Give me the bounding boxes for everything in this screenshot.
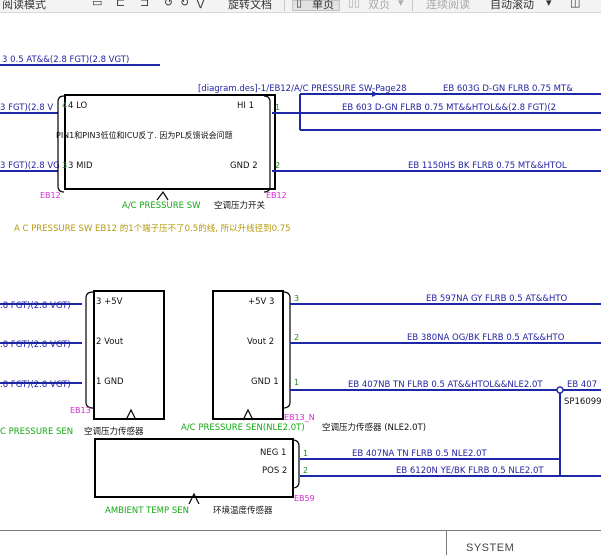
bookmark-icon[interactable]: ◫	[570, 0, 580, 9]
wire-label-nle-gnd-right: EB 407	[567, 380, 597, 390]
wire-label-nle-5v: EB 597NA GY FLRB 0.5 AT&&HTO	[426, 294, 568, 304]
single-page-label: 单页	[312, 0, 334, 11]
system-label: SYSTEM	[466, 542, 515, 554]
continuous-read-button[interactable]: 连续阅读	[426, 0, 470, 12]
sensor-nle-num-2: 2	[294, 333, 299, 342]
sensor-body	[93, 290, 165, 420]
rotate-doc-button[interactable]: 旋转文档	[228, 0, 272, 12]
splice-label: SP16099	[564, 397, 601, 407]
wire-label-ref: EB 603G D-GN FLRB 0.75 MT&	[443, 84, 573, 94]
switch-pin-1: 1	[275, 103, 280, 112]
wire-label-nle-gnd: EB 407NB TN FLRB 0.5 AT&&HTOL&&NLE2.0T	[348, 380, 543, 390]
sensor-nle-num-1: 1	[294, 378, 299, 387]
switch-connector-right: EB12	[266, 191, 287, 200]
sensor-nle-body	[212, 290, 284, 420]
rotate-left-icon[interactable]: ↺	[164, 0, 173, 9]
more-icon[interactable]: ⋁	[196, 0, 205, 9]
chevron-down-icon[interactable]: ▾	[546, 0, 552, 9]
switch-name-cn: 空调压力开关	[214, 200, 266, 211]
wire-label-amb-pos: EB 6120N YE/BK FLRB 0.5 NLE2.0T	[396, 466, 544, 476]
wiring-diagram: 3 0.5 AT&&(2.8 FGT)(2.8 VGT) 3 FGT)(2.8 …	[0, 55, 601, 516]
ambient-connector: EB59	[294, 494, 315, 503]
switch-pin-gnd: GND 2	[230, 161, 258, 171]
single-page-icon: ▯	[296, 0, 303, 9]
connector-eb13	[85, 291, 94, 409]
chevron-down-icon[interactable]: ▾	[398, 0, 404, 9]
switch-pin-lo: 4 LO	[68, 101, 88, 111]
wire-label-amb-neg: EB 407NA TN FLRB 0.5 NLE2.0T	[352, 449, 488, 459]
sensor-nle-pin-vout: Vout 2	[247, 337, 274, 347]
switch-connector-left: EB12	[40, 191, 61, 200]
ambient-num-1: 1	[303, 449, 308, 458]
sensor-name: C PRESSURE SEN	[0, 427, 73, 437]
sensor-pin-5v: 3 +5V	[96, 297, 123, 307]
sensor-name-cn: 空调压力传感器	[84, 426, 144, 437]
fit-page-icon[interactable]: ▭	[92, 0, 102, 9]
ambient-name: AMBIENT TEMP SEN	[105, 506, 189, 516]
splice-node	[556, 386, 564, 394]
wire-label-sen-gnd: .8 FGT)(2.8 VGT)	[0, 380, 71, 390]
rotate-right-icon[interactable]: ↻	[180, 0, 189, 9]
switch-pin-hi: HI 1	[237, 101, 254, 111]
read-mode-button[interactable]: 阅读模式	[2, 0, 46, 12]
switch-pin-4: 4	[62, 101, 67, 110]
sensor-nle-pin-5v: +5V 3	[248, 297, 274, 307]
wire-label-sen-vout: .8 FGT)(2.8 VGT)	[0, 340, 71, 350]
ref-link[interactable]: [diagram.des]-1/EB12/A/C PRESSURE SW-Pag…	[198, 84, 407, 94]
connector-eb13-n	[282, 291, 291, 409]
ambient-pin-pos: POS 2	[262, 466, 287, 476]
auto-scroll-button[interactable]: 自动滚动	[490, 0, 534, 12]
wire-label-top: 3 0.5 AT&&(2.8 FGT)(2.8 VGT)	[2, 55, 129, 65]
title-block-divider	[446, 531, 447, 555]
switch-pin-2: 2	[275, 161, 280, 170]
wire-label-sw-lo: 3 FGT)(2.8 V	[0, 103, 53, 113]
sensor-nle-num-3: 3	[294, 294, 299, 303]
connector-eb12-left	[57, 95, 65, 193]
switch-pin-3: 3	[62, 161, 67, 170]
sensor-pin-gnd: 1 GND	[96, 377, 124, 387]
wire-label-sw-gnd: EB 1150HS BK FLRB 0.75 MT&&HTOL	[408, 161, 567, 171]
sensor-nle-connector: EB13_N	[284, 413, 315, 422]
fit-width-icon[interactable]: ⊏	[116, 0, 125, 9]
wire-label-sw-hi: EB 603 D-GN FLRB 0.75 MT&&HTOL&&(2.8 FGT…	[342, 103, 556, 113]
ambient-name-cn: 环境温度传感器	[213, 505, 273, 516]
sensor-connector: EB13	[70, 406, 91, 415]
wire-label-sw-mid: 3 FGT)(2.8 VG	[0, 161, 60, 171]
double-page-button[interactable]: 双页	[368, 0, 390, 12]
actual-size-icon[interactable]: ⊐	[140, 0, 149, 9]
title-block: SYSTEM	[0, 530, 601, 555]
switch-ground-icon	[156, 190, 169, 201]
wire-label-sen-5v: .8 FGT)(2.8 VGT)	[0, 301, 71, 311]
wire-label-nle-vout: EB 380NA OG/BK FLRB 0.5 AT&&HTO	[407, 333, 565, 343]
toolbar-divider	[412, 0, 413, 11]
switch-note: PIN1和PIN3低位和ICU反了. 因为PL反馈说会问题	[56, 130, 233, 140]
diagram-canvas: 3 0.5 AT&&(2.8 FGT)(2.8 VGT) 3 FGT)(2.8 …	[0, 12, 601, 530]
sensor-nle-name-cn: 空调压力传感器 (NLE2.0T)	[322, 422, 426, 433]
sensor-pin-vout: 2 Vout	[96, 337, 124, 347]
sensor-nle-name: A/C PRESSURE SEN(NLE2.0T)	[181, 423, 305, 433]
double-page-icon: ▯▯	[348, 0, 361, 9]
sensor-nle-pin-gnd: GND 1	[251, 377, 279, 387]
ambient-num-2: 2	[303, 466, 308, 475]
toolbar-divider	[284, 0, 285, 11]
yellow-note: A C PRESSURE SW EB12 的1个端子压不了0.5的线, 所以升线…	[14, 223, 291, 234]
ambient-pin-neg: NEG 1	[260, 448, 286, 458]
switch-pin-mid: 3 MID	[68, 161, 93, 171]
switch-name: A/C PRESSURE SW	[122, 201, 201, 211]
